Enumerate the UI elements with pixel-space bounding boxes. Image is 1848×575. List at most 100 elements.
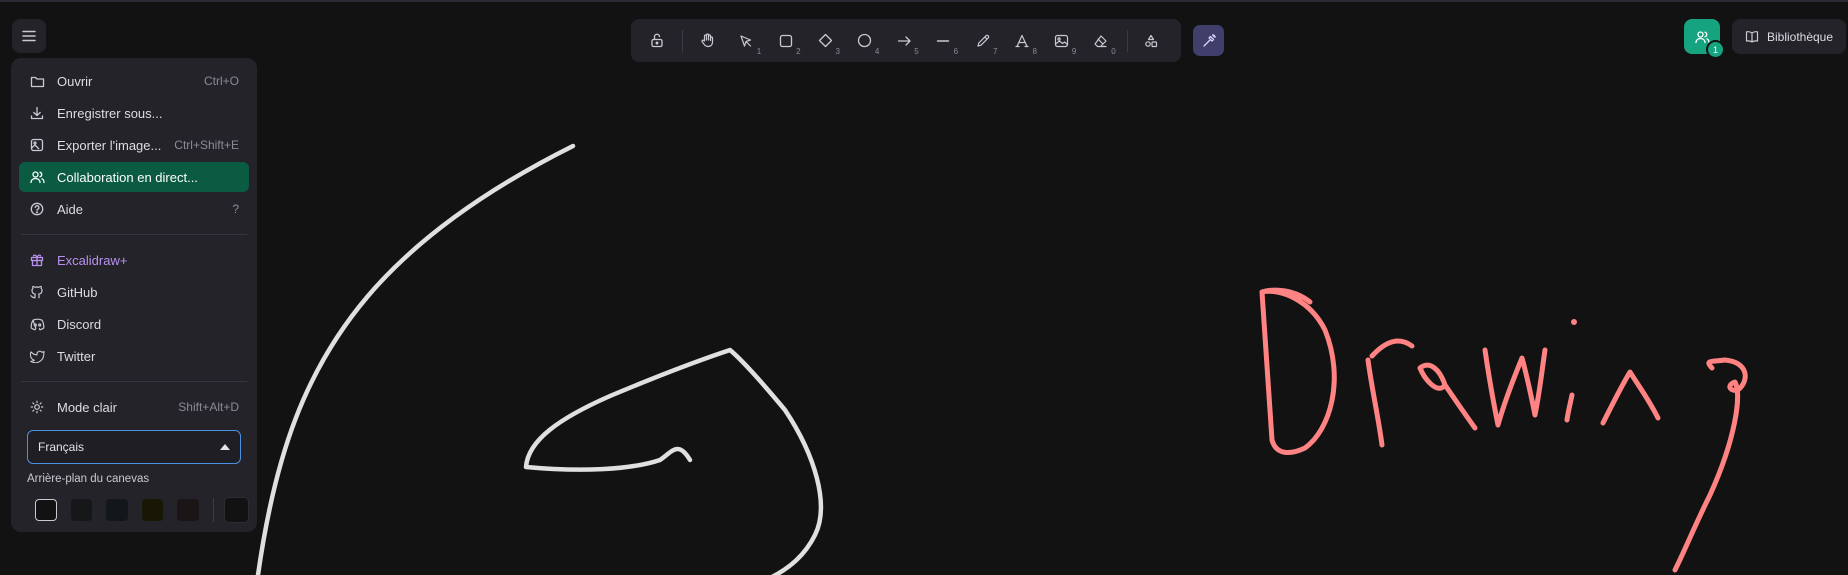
menu-item-save-as[interactable]: Enregistrer sous...	[19, 98, 249, 128]
canvas-background-swatch[interactable]	[177, 499, 199, 521]
language-select-value: Français	[38, 440, 85, 454]
ellipse-icon	[857, 33, 872, 48]
menu-item-export-image[interactable]: Exporter l'image... Ctrl+Shift+E	[19, 130, 249, 160]
diamond-icon	[818, 33, 832, 48]
tool-shortcut: 7	[993, 46, 998, 56]
letter-g	[1672, 357, 1748, 573]
folder-icon	[29, 73, 45, 89]
live-collaboration-button[interactable]: 1	[1684, 19, 1725, 59]
menu-item-label: GitHub	[57, 284, 98, 300]
menu-item-label: Aide	[57, 201, 84, 217]
users-icon	[1694, 30, 1710, 43]
menu-separator	[21, 381, 247, 382]
gift-icon	[29, 252, 45, 268]
canvas-background-swatches	[35, 497, 249, 523]
letter-i-stem	[1564, 392, 1575, 423]
tool-shortcut: 3	[835, 46, 840, 56]
canvas-background-swatch[interactable]	[70, 499, 93, 521]
swatch-separator	[212, 498, 214, 522]
menu-item-open[interactable]: Ouvrir Ctrl+O	[19, 66, 249, 96]
canvas-background-swatch[interactable]	[35, 499, 57, 521]
menu-item-label: Twitter	[57, 348, 96, 364]
hand-icon	[700, 33, 713, 48]
tool-line[interactable]: 6	[926, 23, 961, 59]
tool-shortcut: 5	[914, 46, 919, 56]
pencil-icon	[977, 34, 990, 47]
menu-item-help[interactable]: Aide ?	[19, 194, 249, 224]
drawing-canvas[interactable]	[0, 0, 1848, 575]
laser-pointer-button[interactable]	[1193, 25, 1224, 56]
tool-shortcut: 4	[874, 46, 880, 56]
tool-lock[interactable]	[639, 23, 674, 59]
tool-ellipse[interactable]: 4	[847, 23, 882, 59]
canvas-background-swatch[interactable]	[141, 499, 164, 521]
library-button[interactable]: Bibliothèque	[1732, 19, 1846, 54]
canvas-background-custom-color[interactable]	[223, 497, 249, 523]
sun-icon	[29, 399, 45, 415]
eraser-icon	[1094, 34, 1108, 47]
tool-shortcut: 9	[1071, 46, 1077, 56]
tool-shortcut: 1	[756, 46, 762, 56]
tool-selection[interactable]: 1	[729, 23, 764, 59]
stroke-loop-shape	[523, 347, 824, 575]
discord-icon	[29, 316, 45, 332]
menu-link-excalidraw-plus[interactable]: Excalidraw+	[19, 245, 249, 275]
shape-toolbar: 1 2 3 4 5 6 7 8 9 0	[631, 19, 1181, 62]
menu-item-live-collaboration[interactable]: Collaboration en direct...	[19, 162, 249, 192]
menu-item-label: Exporter l'image...	[57, 137, 162, 153]
menu-item-label: Discord	[57, 316, 102, 332]
collaborator-count-badge: 1	[1706, 40, 1725, 59]
tool-pencil[interactable]: 7	[965, 23, 1000, 59]
tool-hand[interactable]	[689, 23, 724, 59]
tool-eraser[interactable]: 0	[1083, 23, 1118, 59]
menu-item-theme-toggle[interactable]: Mode clair Shift+Alt+D	[19, 392, 249, 422]
menu-item-shortcut: Ctrl+Shift+E	[174, 138, 239, 152]
download-icon	[29, 105, 45, 121]
tool-image[interactable]: 9	[1044, 23, 1079, 59]
letter-a	[1417, 362, 1478, 431]
toolbar-divider	[682, 29, 684, 52]
chevron-up-icon	[220, 444, 230, 450]
tool-shortcut: 2	[796, 46, 801, 56]
tool-shortcut: 6	[953, 46, 959, 56]
menu-item-label: Mode clair	[57, 399, 117, 415]
letter-D	[1259, 287, 1337, 455]
canvas-background-swatch[interactable]	[106, 499, 128, 521]
menu-item-shortcut: Shift+Alt+D	[178, 400, 239, 414]
tool-diamond[interactable]: 3	[808, 23, 843, 59]
tool-rectangle[interactable]: 2	[768, 23, 803, 59]
menu-link-discord[interactable]: Discord	[19, 309, 249, 339]
laser-pointer-icon	[1202, 33, 1216, 47]
twitter-icon	[29, 348, 45, 364]
tool-more-shapes[interactable]	[1134, 23, 1169, 59]
language-select[interactable]: Français	[27, 430, 241, 464]
tool-arrow[interactable]: 5	[886, 23, 921, 59]
letter-i-dot	[1571, 319, 1577, 325]
menu-link-github[interactable]: GitHub	[19, 277, 249, 307]
letter-r	[1365, 338, 1415, 448]
users-icon	[29, 169, 45, 185]
image-icon	[1054, 34, 1069, 47]
toolbar-divider	[1126, 29, 1128, 52]
tool-text[interactable]: 8	[1005, 23, 1040, 59]
hamburger-icon	[22, 30, 36, 42]
tool-shortcut: 8	[1032, 46, 1037, 56]
menu-link-twitter[interactable]: Twitter	[19, 341, 249, 371]
rectangle-icon	[779, 34, 792, 47]
menu-separator	[21, 234, 247, 235]
drawing-text-strokes	[1259, 287, 1748, 573]
selection-icon	[740, 34, 752, 47]
menu-item-label: Excalidraw+	[57, 252, 128, 268]
export-image-icon	[29, 137, 45, 153]
tool-shortcut: 0	[1111, 46, 1116, 56]
main-menu-panel: Ouvrir Ctrl+O Enregistrer sous... Export…	[11, 58, 257, 532]
canvas-background-title: Arrière-plan du canevas	[27, 473, 150, 485]
arrow-icon	[897, 35, 911, 46]
main-menu-button[interactable]	[12, 19, 46, 53]
text-icon	[1015, 34, 1029, 47]
shapes-icon	[1145, 34, 1158, 47]
book-icon	[1745, 30, 1759, 43]
library-button-label: Bibliothèque	[1766, 29, 1834, 44]
lock-icon	[651, 33, 663, 48]
line-icon	[937, 39, 950, 42]
